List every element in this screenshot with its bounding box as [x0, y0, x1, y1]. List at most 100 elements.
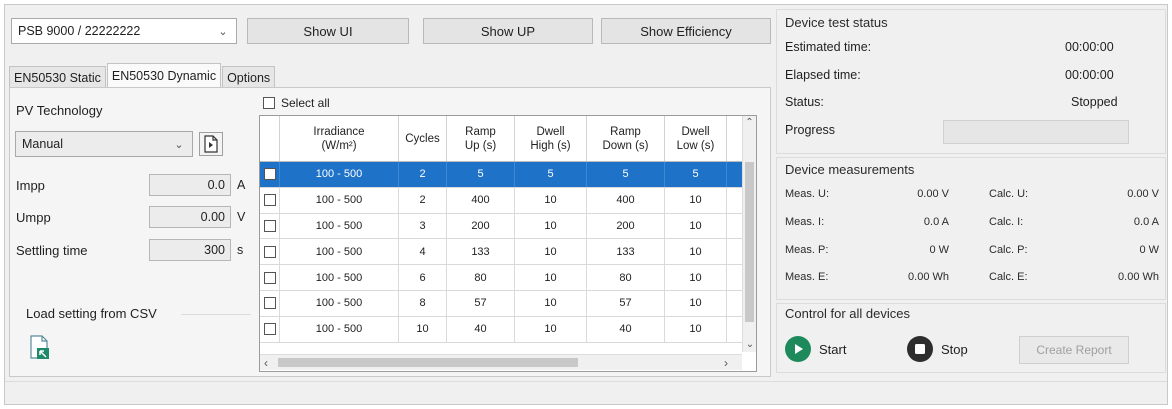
table-cell[interactable]: 5 — [587, 162, 665, 187]
impp-field[interactable]: 0.0 — [149, 174, 231, 196]
table-cell[interactable]: 400 — [587, 187, 665, 213]
tab-en50530-dynamic[interactable]: EN50530 Dynamic — [106, 63, 222, 88]
vertical-scrollbar[interactable]: ⌃ ⌄ — [742, 116, 756, 352]
settling-time-field[interactable]: 300 — [149, 239, 231, 261]
horizontal-scrollbar-thumb[interactable] — [278, 358, 578, 367]
table-cell[interactable]: 80 — [587, 265, 665, 290]
table-cell[interactable]: 4 — [399, 239, 447, 265]
table-cell[interactable]: 57 — [587, 290, 665, 316]
table-cell[interactable]: 10 — [515, 316, 587, 342]
show-efficiency-button[interactable]: Show Efficiency — [601, 18, 771, 44]
progress-label: Progress — [785, 123, 836, 137]
calc-value: 0 W — [1139, 244, 1159, 256]
table-cell[interactable]: 2 — [399, 162, 447, 187]
table-row[interactable]: 100 - 500 3 200 10 200 10 — [260, 213, 756, 240]
stop-button[interactable]: Stop — [907, 336, 968, 362]
scroll-right-icon[interactable]: › — [724, 355, 728, 371]
header-ramp-up[interactable]: Ramp Up (s) — [447, 116, 515, 161]
table-cell[interactable]: 100 - 500 — [280, 290, 399, 316]
header-irradiance[interactable]: Irradiance (W/m²) — [280, 116, 399, 161]
load-file-button[interactable] — [199, 132, 223, 156]
header-dwell-low[interactable]: Dwell Low (s) — [665, 116, 727, 161]
header-cycles[interactable]: Cycles — [399, 116, 447, 161]
app-window: PSB 9000 / 22222222 ⌄ Show UI Show UP Sh… — [4, 4, 1168, 405]
table-row[interactable]: 100 - 500 10 40 10 40 10 — [260, 316, 756, 343]
table-cell[interactable]: 10 — [515, 290, 587, 316]
create-report-button[interactable]: Create Report — [1019, 336, 1129, 364]
header-dwell-high[interactable]: Dwell High (s) — [515, 116, 587, 161]
table-row[interactable]: 100 - 500 4 133 10 133 10 — [260, 239, 756, 266]
table-cell[interactable]: 100 - 500 — [280, 316, 399, 342]
tab-options[interactable]: Options — [222, 66, 276, 88]
table-cell[interactable]: 133 — [587, 239, 665, 265]
table-cell[interactable]: 6 — [399, 265, 447, 290]
table-cell[interactable]: 10 — [399, 316, 447, 342]
device-selector[interactable]: PSB 9000 / 22222222 ⌄ — [11, 18, 237, 44]
calc-label: Calc. I: — [989, 216, 1024, 228]
table-cell[interactable]: 2 — [399, 187, 447, 213]
table-cell[interactable]: 10 — [515, 265, 587, 290]
show-ui-button[interactable]: Show UI — [247, 18, 409, 44]
table-cell[interactable]: 10 — [515, 187, 587, 213]
row-checkbox[interactable] — [263, 168, 276, 181]
table-cell[interactable]: 40 — [447, 316, 515, 342]
table-cell[interactable]: 100 - 500 — [280, 162, 399, 187]
load-csv-button[interactable] — [29, 334, 51, 360]
pv-technology-select[interactable]: Manual ⌄ — [15, 131, 193, 157]
table-cell[interactable]: 100 - 500 — [280, 265, 399, 290]
table-cell[interactable]: 5 — [665, 162, 727, 187]
table-cell[interactable]: 10 — [665, 213, 727, 239]
row-checkbox[interactable] — [263, 323, 276, 336]
umpp-field[interactable]: 0.00 — [149, 206, 231, 228]
calc-value: 0.00 Wh — [1118, 271, 1159, 283]
select-all-checkbox[interactable]: Select all — [263, 96, 330, 110]
table-row[interactable]: 100 - 500 2 5 5 5 5 — [260, 162, 756, 188]
settling-time-unit: s — [237, 243, 244, 257]
row-checkbox[interactable] — [263, 194, 276, 207]
table-row[interactable]: 100 - 500 8 57 10 57 10 — [260, 290, 756, 317]
table-cell[interactable]: 10 — [515, 213, 587, 239]
row-checkbox[interactable] — [263, 297, 276, 310]
tab-en50530-static[interactable]: EN50530 Static — [9, 66, 106, 88]
table-cell[interactable]: 10 — [665, 239, 727, 265]
table-cell[interactable]: 5 — [515, 162, 587, 187]
table-cell[interactable]: 100 - 500 — [280, 187, 399, 213]
row-checkbox[interactable] — [263, 271, 276, 284]
row-checkbox-cell — [260, 265, 280, 290]
select-all-label: Select all — [281, 96, 330, 110]
scroll-down-icon[interactable]: ⌄ — [743, 338, 756, 352]
table-cell[interactable]: 100 - 500 — [280, 213, 399, 239]
table-row[interactable]: 100 - 500 6 80 10 80 10 — [260, 265, 756, 291]
table-cell[interactable]: 10 — [665, 316, 727, 342]
stop-label: Stop — [941, 341, 968, 357]
device-test-status-title: Device test status — [785, 15, 888, 30]
select-all-box[interactable] — [263, 97, 275, 109]
table-cell[interactable]: 400 — [447, 187, 515, 213]
row-checkbox-cell — [260, 316, 280, 342]
scrollbar-thumb[interactable] — [745, 162, 754, 322]
table-cell[interactable]: 133 — [447, 239, 515, 265]
scroll-left-icon[interactable]: ‹ — [264, 355, 268, 371]
table-cell[interactable]: 200 — [447, 213, 515, 239]
table-cell[interactable]: 57 — [447, 290, 515, 316]
status-label: Status: — [785, 95, 824, 109]
header-ramp-down[interactable]: Ramp Down (s) — [587, 116, 665, 161]
table-cell[interactable]: 10 — [665, 187, 727, 213]
row-checkbox[interactable] — [263, 219, 276, 232]
show-up-button[interactable]: Show UP — [423, 18, 593, 44]
table-cell[interactable]: 40 — [587, 316, 665, 342]
table-cell[interactable]: 100 - 500 — [280, 239, 399, 265]
scroll-up-icon[interactable]: ⌃ — [743, 116, 756, 130]
table-cell[interactable]: 10 — [665, 265, 727, 290]
table-cell[interactable]: 5 — [447, 162, 515, 187]
table-cell[interactable]: 10 — [515, 239, 587, 265]
horizontal-scrollbar[interactable]: ‹ › — [260, 354, 742, 370]
table-cell[interactable]: 8 — [399, 290, 447, 316]
table-cell[interactable]: 3 — [399, 213, 447, 239]
row-checkbox[interactable] — [263, 245, 276, 258]
start-button[interactable]: Start — [785, 336, 846, 362]
table-cell[interactable]: 200 — [587, 213, 665, 239]
table-row[interactable]: 100 - 500 2 400 10 400 10 — [260, 187, 756, 214]
table-cell[interactable]: 10 — [665, 290, 727, 316]
table-cell[interactable]: 80 — [447, 265, 515, 290]
